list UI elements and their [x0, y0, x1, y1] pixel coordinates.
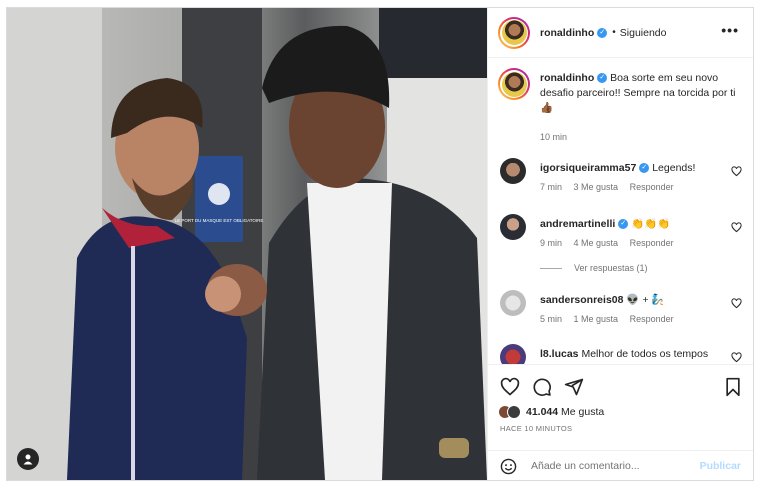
- comment-text-block: l8.lucas Melhor de todos os tempos sim t…: [540, 347, 725, 364]
- comment-meta: 5 min 1 Me gusta Responder: [540, 314, 683, 324]
- caption: ronaldinho ✓ Boa sorte em seu novo desafi…: [498, 68, 748, 142]
- add-comment-bar: Publicar: [488, 450, 753, 480]
- view-replies-button[interactable]: Ver respuestas (1): [540, 263, 648, 273]
- likes-count: 41.044: [526, 406, 559, 418]
- comment-meta: 9 min 4 Me gusta Responder: [540, 238, 683, 248]
- reply-button[interactable]: Responder: [630, 238, 674, 248]
- heart-icon[interactable]: [731, 166, 742, 177]
- likes-count-text[interactable]: 41.044 Me gusta: [526, 406, 604, 418]
- reply-button[interactable]: Responder: [630, 182, 674, 192]
- comment-username[interactable]: sandersonreis08: [540, 294, 623, 306]
- commenter-avatar[interactable]: [500, 214, 526, 240]
- comment-likes[interactable]: 4 Me gusta: [574, 238, 619, 248]
- caption-emoji: 👍🏾: [540, 102, 554, 114]
- author-username[interactable]: ronaldinho: [540, 27, 594, 39]
- verified-badge-icon: ✓: [639, 163, 650, 174]
- comment-likes[interactable]: 3 Me gusta: [574, 182, 619, 192]
- post-side-panel: ronaldinho ✓ • Siguiendo ••• ronaldinho ✓…: [487, 8, 753, 480]
- comment-text: Legends!: [652, 162, 696, 174]
- comment-username[interactable]: igorsiqueiramma57: [540, 162, 636, 174]
- comment-input[interactable]: [531, 457, 691, 475]
- caption-username[interactable]: ronaldinho: [540, 72, 594, 84]
- comment-time: 9 min: [540, 238, 563, 248]
- verified-badge-icon: ✓: [597, 73, 608, 84]
- post-photo[interactable]: LE PORT DU MASQUE EST OBLIGATOIRE: [7, 8, 487, 480]
- user-tag-button[interactable]: [17, 448, 39, 470]
- separator-dot: •: [612, 27, 616, 38]
- comment-meta: 7 min 3 Me gusta Responder: [540, 182, 683, 192]
- publish-button[interactable]: Publicar: [700, 460, 741, 472]
- liker-avatar: [507, 405, 521, 419]
- comment-text-block: andremartinelli ✓ 👏👏👏: [540, 217, 725, 232]
- heart-icon[interactable]: [500, 377, 520, 397]
- comment-text-block: sandersonreis08 👽 + 🧞: [540, 293, 725, 308]
- commenter-avatar[interactable]: [500, 290, 526, 316]
- user-tag-icon: [23, 454, 33, 465]
- comment-text-block: igorsiqueiramma57 ✓ Legends!: [540, 161, 725, 176]
- author-avatar[interactable]: [498, 16, 530, 49]
- comment-icon[interactable]: [532, 377, 552, 397]
- comment-text: 👏👏👏: [631, 218, 671, 230]
- photo-illustration: LE PORT DU MASQUE EST OBLIGATOIRE: [7, 8, 487, 480]
- comment-time: 5 min: [540, 314, 563, 324]
- comment-time: 7 min: [540, 182, 563, 192]
- likes-summary[interactable]: 41.044 Me gusta: [498, 405, 604, 419]
- photo-sign-text: LE PORT DU MASQUE EST OBLIGATOIRE: [175, 218, 264, 223]
- bookmark-icon[interactable]: [724, 377, 742, 397]
- emoji-icon[interactable]: [500, 458, 517, 475]
- comment-username[interactable]: l8.lucas: [540, 348, 579, 360]
- heart-icon[interactable]: [731, 352, 742, 363]
- post-time-ago[interactable]: HACE 10 MINUTOS: [500, 424, 572, 433]
- likes-label: Me gusta: [561, 406, 605, 418]
- comment-likes[interactable]: 1 Me gusta: [574, 314, 619, 324]
- caption-text-block: ronaldinho ✓ Boa sorte em seu novo desafi…: [540, 71, 740, 116]
- reply-button[interactable]: Responder: [630, 314, 674, 324]
- caption-time: 10 min: [540, 132, 568, 142]
- verified-badge-icon: ✓: [597, 27, 608, 38]
- more-options-icon[interactable]: •••: [721, 23, 739, 37]
- post-header: ronaldinho ✓ • Siguiendo •••: [488, 8, 753, 58]
- comment-username[interactable]: andremartinelli: [540, 218, 615, 230]
- caption-avatar[interactable]: [498, 68, 530, 100]
- commenter-avatar[interactable]: [500, 344, 526, 364]
- share-icon[interactable]: [564, 377, 584, 397]
- post-modal: LE PORT DU MASQUE EST OBLIGATOIRE ronald…: [6, 7, 754, 481]
- comment-text: 👽 + 🧞: [626, 294, 665, 306]
- comments-list[interactable]: ronaldinho ✓ Boa sorte em seu novo desafi…: [488, 58, 753, 364]
- heart-icon[interactable]: [731, 222, 742, 233]
- heart-icon[interactable]: [731, 298, 742, 309]
- follow-status-button[interactable]: Siguiendo: [620, 27, 667, 39]
- action-bar: 41.044 Me gusta HACE 10 MINUTOS: [488, 364, 753, 434]
- verified-badge-icon: ✓: [618, 219, 629, 230]
- commenter-avatar[interactable]: [500, 158, 526, 184]
